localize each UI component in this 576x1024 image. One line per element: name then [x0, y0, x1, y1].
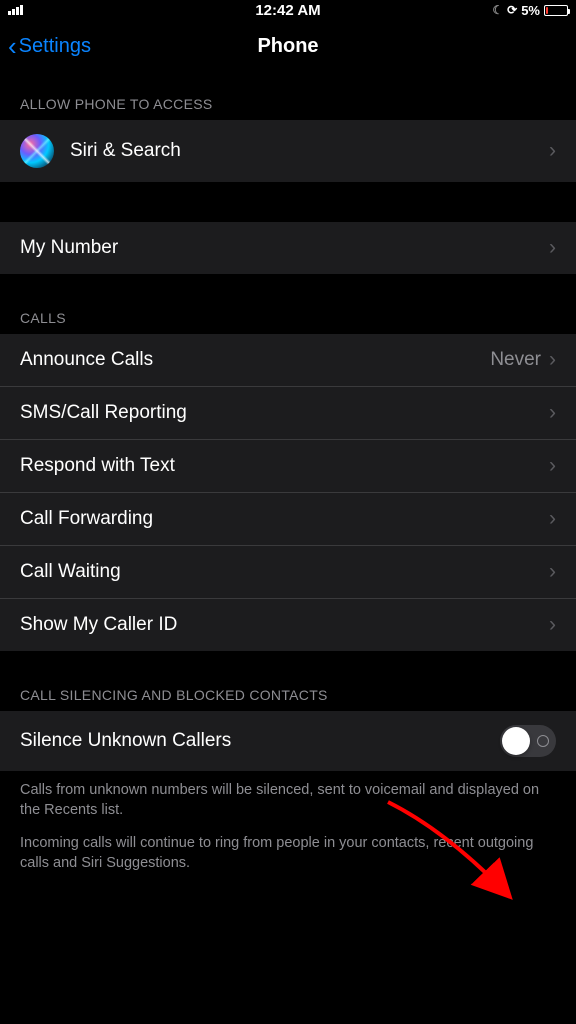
signal-icon	[8, 5, 23, 15]
battery-icon	[544, 5, 568, 16]
cell-label: Call Waiting	[20, 561, 121, 583]
chevron-right-icon: ›	[549, 401, 556, 425]
chevron-right-icon: ›	[549, 139, 556, 163]
siri-icon	[20, 134, 54, 168]
cell-value: Never	[490, 349, 549, 371]
toggle-off-indicator-icon	[537, 735, 549, 747]
rotation-lock-icon: ⟳	[507, 3, 517, 17]
chevron-right-icon: ›	[549, 507, 556, 531]
toggle-silence-unknown[interactable]	[500, 725, 556, 757]
cell-call-forwarding[interactable]: Call Forwarding ›	[0, 493, 576, 546]
cell-announce-calls[interactable]: Announce Calls Never ›	[0, 334, 576, 387]
back-label: Settings	[19, 35, 91, 58]
cell-sms-call-reporting[interactable]: SMS/Call Reporting ›	[0, 387, 576, 440]
status-bar: 12:42 AM ☾ ⟳ 5%	[0, 0, 576, 20]
cell-silence-unknown-callers[interactable]: Silence Unknown Callers	[0, 711, 576, 771]
cell-label: Call Forwarding	[20, 508, 153, 530]
section-header-silencing: CALL SILENCING AND BLOCKED CONTACTS	[0, 651, 576, 711]
chevron-right-icon: ›	[549, 560, 556, 584]
section-header-allow-access: ALLOW PHONE TO ACCESS	[0, 72, 576, 120]
cell-label: Show My Caller ID	[20, 614, 177, 636]
cell-siri-search[interactable]: Siri & Search ›	[0, 120, 576, 182]
chevron-right-icon: ›	[549, 236, 556, 260]
section-header-calls: CALLS	[0, 274, 576, 334]
chevron-left-icon: ‹	[8, 31, 17, 62]
chevron-right-icon: ›	[549, 454, 556, 478]
cell-label: Silence Unknown Callers	[20, 730, 231, 752]
cell-label: Siri & Search	[70, 140, 181, 162]
footer-text-1: Calls from unknown numbers will be silen…	[0, 771, 576, 830]
chevron-right-icon: ›	[549, 613, 556, 637]
chevron-right-icon: ›	[549, 348, 556, 372]
toggle-knob	[502, 727, 530, 755]
cell-label: My Number	[20, 237, 118, 259]
footer-text-2: Incoming calls will continue to ring fro…	[0, 830, 576, 883]
back-button[interactable]: ‹ Settings	[8, 31, 91, 62]
cell-label: SMS/Call Reporting	[20, 402, 187, 424]
dnd-moon-icon: ☾	[492, 3, 503, 17]
cell-label: Announce Calls	[20, 349, 153, 371]
section-gap	[0, 182, 576, 222]
cell-call-waiting[interactable]: Call Waiting ›	[0, 546, 576, 599]
cell-label: Respond with Text	[20, 455, 175, 477]
nav-bar: ‹ Settings Phone	[0, 20, 576, 72]
status-time: 12:42 AM	[255, 2, 320, 19]
cell-my-number[interactable]: My Number ›	[0, 222, 576, 274]
status-left	[8, 5, 23, 15]
battery-percent: 5%	[521, 3, 540, 18]
status-right: ☾ ⟳ 5%	[492, 3, 568, 18]
cell-respond-with-text[interactable]: Respond with Text ›	[0, 440, 576, 493]
cell-show-caller-id[interactable]: Show My Caller ID ›	[0, 599, 576, 651]
page-title: Phone	[257, 35, 318, 58]
